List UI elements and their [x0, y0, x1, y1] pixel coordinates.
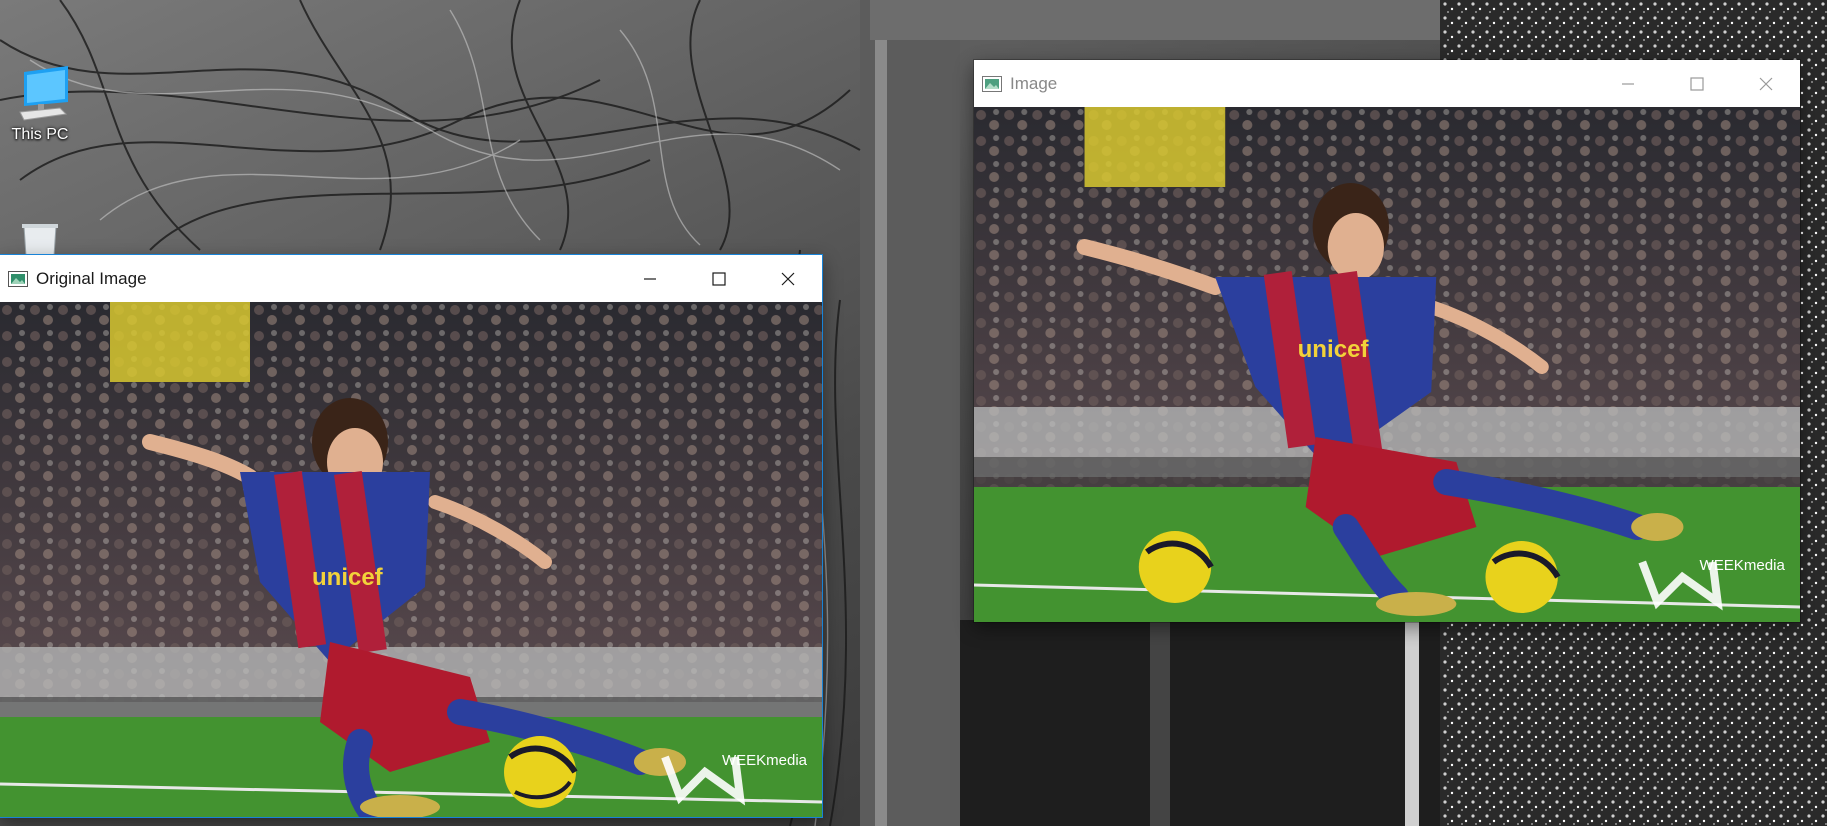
- desktop-icon-this-pc[interactable]: This PC: [0, 64, 80, 144]
- watermark-text: WEEKmedia: [1700, 557, 1786, 574]
- window-title: Image: [1010, 73, 1058, 93]
- title-bar[interactable]: Original Image: [0, 255, 822, 302]
- maximize-icon: [711, 271, 726, 286]
- desktop-icon-recycle-bin[interactable]: [0, 222, 80, 256]
- title-bar[interactable]: Image: [974, 60, 1800, 107]
- desktop-icon-label: This PC: [11, 126, 69, 143]
- original-image-window[interactable]: Original Image unicef WEEKmedia: [0, 255, 822, 817]
- image-window-icon: [8, 270, 28, 287]
- football-photo: unicef WEEKmedia: [0, 302, 822, 817]
- close-button[interactable]: [1731, 60, 1800, 107]
- jersey-text: unicef: [1298, 336, 1370, 363]
- maximize-button[interactable]: [684, 255, 753, 302]
- caption-buttons: [615, 255, 822, 302]
- football-photo: unicef WEEKmedia: [974, 107, 1800, 622]
- window-title: Original Image: [36, 268, 147, 288]
- watermark-text: WEEKmedia: [722, 752, 808, 769]
- maximize-button[interactable]: [1662, 60, 1731, 107]
- caption-buttons: [1593, 60, 1800, 107]
- minimize-icon: [1621, 82, 1634, 85]
- jersey-text: unicef: [312, 564, 384, 591]
- image-window-icon: [982, 75, 1002, 92]
- minimize-button[interactable]: [615, 255, 684, 302]
- maximize-icon: [1689, 76, 1704, 91]
- image-canvas: unicef WEEKmedia: [0, 302, 822, 817]
- close-icon: [1759, 77, 1772, 90]
- image-canvas: unicef WEEKmedia: [974, 107, 1800, 622]
- minimize-button[interactable]: [1593, 60, 1662, 107]
- minimize-icon: [643, 277, 656, 280]
- close-icon: [781, 272, 794, 285]
- computer-icon: [19, 66, 68, 121]
- image-window[interactable]: Image unicef WEEKmedia: [974, 60, 1800, 622]
- recycle-bin-icon: [22, 224, 58, 256]
- close-button[interactable]: [753, 255, 822, 302]
